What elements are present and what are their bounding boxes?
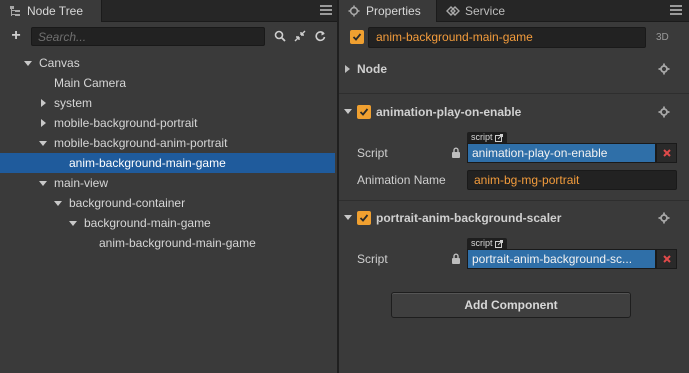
check-icon (352, 33, 362, 41)
search-icon[interactable] (272, 28, 288, 44)
hamburger-menu-icon[interactable] (320, 5, 332, 15)
properties-panel: Properties Service anim-background-main-… (339, 0, 689, 373)
properties-tabbar: Properties Service (339, 0, 689, 22)
close-icon (662, 149, 671, 157)
divider (339, 93, 689, 94)
gear-icon (658, 106, 670, 118)
3d-toggle[interactable]: 3D (656, 32, 669, 43)
lock-icon (452, 147, 460, 158)
refresh-icon[interactable] (312, 28, 328, 44)
tab-service[interactable]: Service (438, 0, 513, 22)
expand-arrow-icon[interactable] (38, 173, 48, 193)
collapsed-arrow-icon[interactable] (345, 65, 350, 73)
tree-item-label: system (54, 96, 93, 110)
component-enabled-checkbox[interactable] (357, 211, 371, 225)
tab-service-label: Service (465, 4, 506, 18)
tree-item-main-view[interactable]: main-view (0, 173, 335, 193)
expand-arrow-icon[interactable] (344, 215, 352, 220)
divider (339, 200, 689, 201)
script-tag-label: script (471, 238, 493, 248)
expand-arrow-icon[interactable] (68, 213, 78, 233)
collapse-icon[interactable] (292, 28, 308, 44)
check-icon (359, 214, 369, 222)
gear-icon (347, 4, 361, 18)
tree-item-label: background-main-game (84, 216, 211, 230)
animation-name-label: Animation Name (357, 173, 446, 187)
tree-item-main-camera[interactable]: Main Camera (0, 73, 335, 93)
script-tag[interactable]: script (467, 238, 507, 249)
clear-script-button[interactable] (656, 143, 677, 163)
tab-properties-label: Properties (366, 4, 421, 18)
gear-icon (658, 212, 670, 224)
script-tag[interactable]: script (467, 132, 507, 143)
tree-item-mobile-background-anim-portrait[interactable]: mobile-background-anim-portrait (0, 133, 335, 153)
add-node-button[interactable]: + (9, 28, 23, 44)
expand-arrow-icon[interactable] (53, 193, 63, 213)
tree-item-label: Main Camera (54, 76, 127, 90)
component-title: portrait-anim-background-scaler (376, 211, 562, 225)
lock-icon (452, 253, 460, 264)
node-tree-panel: Node Tree + Canvas Main Camera system (0, 0, 337, 373)
tree-item-system[interactable]: system (0, 93, 335, 113)
gear-icon (658, 63, 670, 75)
component-header-animation-play-on-enable[interactable]: animation-play-on-enable (339, 102, 689, 124)
tree-item-canvas[interactable]: Canvas (0, 53, 335, 73)
external-link-icon (494, 239, 503, 248)
tree-item-label: Canvas (39, 56, 80, 70)
tree-item-mobile-background-portrait[interactable]: mobile-background-portrait (0, 113, 335, 133)
script-field[interactable]: animation-play-on-enable (467, 143, 656, 163)
expand-arrow-icon[interactable] (23, 53, 33, 73)
node-enabled-checkbox[interactable] (350, 30, 364, 44)
node-name-field[interactable]: anim-background-main-game (368, 27, 646, 48)
close-icon (662, 255, 671, 263)
add-component-button[interactable]: Add Component (391, 292, 631, 318)
expand-arrow-icon[interactable] (344, 109, 352, 114)
component-header-portrait-anim-background-scaler[interactable]: portrait-anim-background-scaler (339, 208, 689, 230)
node-tree-toolbar: + (0, 27, 337, 47)
tree-item-label: anim-background-main-game (99, 236, 256, 250)
service-icon (446, 4, 460, 18)
node-tree-list: Canvas Main Camera system mobile-backgro… (0, 53, 335, 253)
section-title: Node (357, 62, 387, 76)
tree-item-label: mobile-background-anim-portrait (54, 136, 228, 150)
tree-item-label: mobile-background-portrait (54, 116, 198, 130)
tree-item-anim-background-main-game[interactable]: anim-background-main-game (0, 233, 335, 253)
search-input[interactable] (31, 27, 265, 46)
tree-item-anim-background-main-game-selected[interactable]: anim-background-main-game (0, 153, 335, 173)
clear-script-button[interactable] (656, 249, 677, 269)
external-link-icon (494, 133, 503, 142)
collapsed-arrow-icon[interactable] (38, 113, 48, 133)
tree-item-label: main-view (54, 176, 109, 190)
script-label: Script (357, 252, 388, 266)
tab-node-tree[interactable]: Node Tree (0, 0, 102, 22)
node-section-header[interactable]: Node (339, 59, 689, 81)
hamburger-menu-icon[interactable] (670, 5, 682, 15)
script-field[interactable]: portrait-anim-background-sc... (467, 249, 656, 269)
script-tag-label: script (471, 132, 493, 142)
animation-name-field[interactable]: anim-bg-mg-portrait (467, 170, 677, 190)
expand-arrow-icon[interactable] (38, 133, 48, 153)
tree-item-background-main-game[interactable]: background-main-game (0, 213, 335, 233)
tab-node-tree-label: Node Tree (27, 4, 84, 18)
collapsed-arrow-icon[interactable] (38, 93, 48, 113)
component-enabled-checkbox[interactable] (357, 105, 371, 119)
component-title: animation-play-on-enable (376, 105, 522, 119)
tree-item-background-container[interactable]: background-container (0, 193, 335, 213)
tree-item-label: background-container (69, 196, 186, 210)
check-icon (359, 108, 369, 116)
node-header: anim-background-main-game 3D (339, 27, 689, 49)
node-tree-tabbar: Node Tree (0, 0, 337, 22)
tab-properties[interactable]: Properties (339, 0, 437, 22)
tree-item-label: anim-background-main-game (69, 156, 226, 170)
node-tree-icon (8, 4, 22, 18)
script-label: Script (357, 146, 388, 160)
